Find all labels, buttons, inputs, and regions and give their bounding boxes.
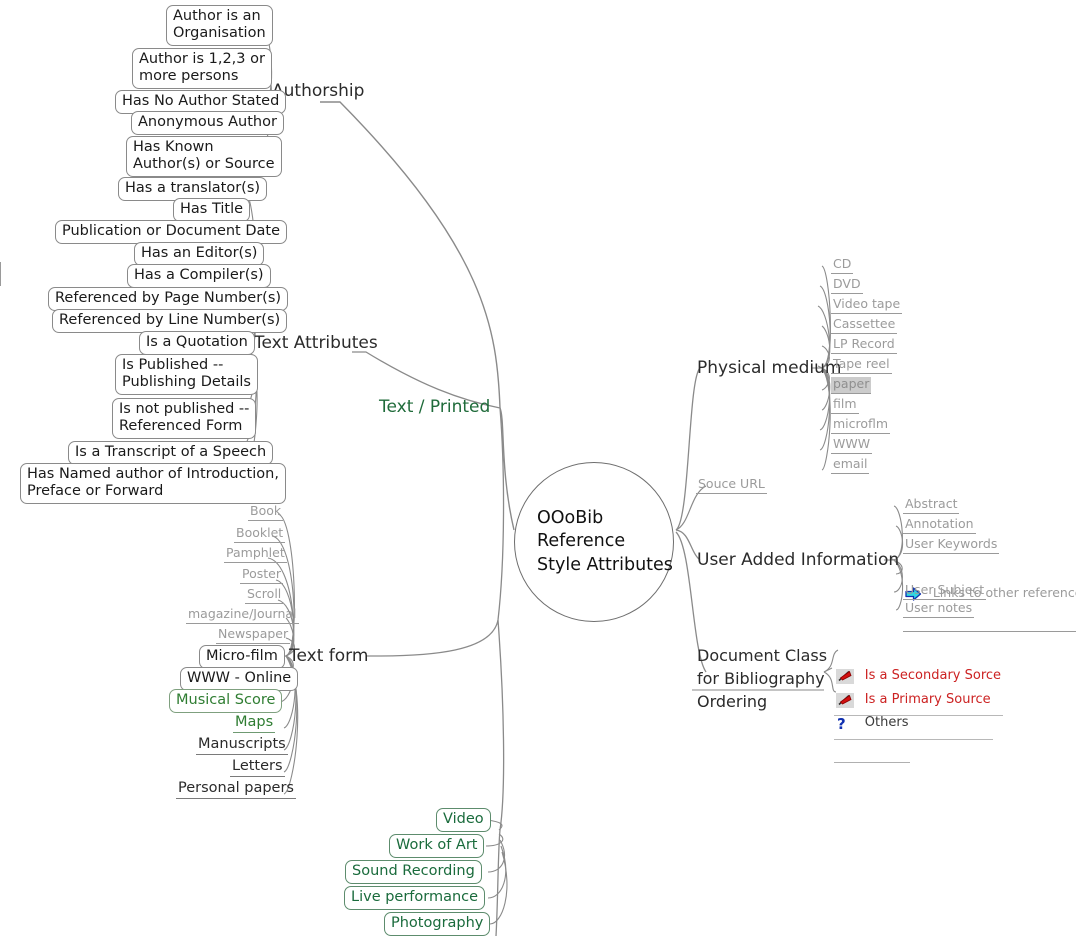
node-has-known-authors-or-source[interactable]: Has Known Author(s) or Source [126, 136, 282, 178]
node-user-subject[interactable]: User Subject [903, 582, 987, 600]
node-magazine-journal[interactable]: magazine/Journal [186, 606, 299, 624]
branch-label-text-printed[interactable]: Text / Printed [379, 397, 490, 417]
node-live-performance[interactable]: Live performance [344, 886, 486, 911]
node-musical-score[interactable]: Musical Score [169, 689, 283, 714]
node-others-label: Others [864, 714, 909, 730]
branch-label-document-class[interactable]: Document Class for Bibliography Ordering [697, 644, 827, 714]
svg-text:?: ? [837, 715, 846, 731]
node-booklet[interactable]: Booklet [234, 525, 286, 543]
node-email[interactable]: email [831, 456, 870, 474]
branch-label-physical-medium[interactable]: Physical medium [697, 358, 841, 378]
node-film[interactable]: film [831, 396, 859, 414]
node-paper[interactable]: paper [831, 376, 872, 394]
node-tape-reel[interactable]: Tape reel [831, 356, 892, 374]
node-pamphlet[interactable]: Pamphlet [224, 545, 287, 563]
branch-label-text-form[interactable]: Text form [289, 646, 368, 666]
node-has-named-author-of-introduction[interactable]: Has Named author of Introduction, Prefac… [20, 463, 286, 505]
node-newspaper[interactable]: Newspaper [216, 626, 291, 644]
node-abstract[interactable]: Abstract [903, 496, 960, 514]
node-author-is-an-organisation[interactable]: Author is an Organisation [166, 5, 273, 47]
node-maps[interactable]: Maps [233, 714, 276, 734]
branch-label-text-attributes[interactable]: Text Attributes [254, 333, 378, 353]
node-souce-url[interactable]: Souce URL [696, 476, 767, 494]
node-has-a-compilers[interactable]: Has a Compiler(s) [127, 264, 271, 289]
node-video-tape[interactable]: Video tape [831, 296, 903, 314]
node-www-online[interactable]: WWW - Online [180, 667, 299, 692]
center-node[interactable]: OOoBib Reference Style Attributes [514, 462, 674, 622]
node-is-not-published-referenced-form[interactable]: Is not published -- Referenced Form [112, 398, 257, 440]
node-lp-record[interactable]: LP Record [831, 336, 897, 354]
node-sound-recording[interactable]: Sound Recording [345, 860, 482, 885]
node-is-a-quotation[interactable]: Is a Quotation [139, 331, 255, 356]
branch-label-user-added-information[interactable]: User Added Information [697, 550, 899, 570]
node-referenced-by-page-numbers[interactable]: Referenced by Page Number(s) [48, 287, 289, 312]
window-edge-divider [0, 262, 1, 286]
node-user-notes[interactable]: User notes [903, 600, 975, 618]
question-mark-icon: ? [836, 684, 861, 761]
node-author-is-1-2-3-or-more-persons[interactable]: Author is 1,2,3 or more persons [132, 48, 272, 90]
mindmap-canvas: OOoBib Reference Style Attributes Author… [0, 0, 1076, 938]
node-work-of-art[interactable]: Work of Art [389, 834, 485, 859]
node-user-keywords[interactable]: User Keywords [903, 536, 1000, 554]
node-is-a-transcript-of-a-speech[interactable]: Is a Transcript of a Speech [68, 441, 274, 466]
node-microflm[interactable]: microflm [831, 416, 891, 434]
node-poster[interactable]: Poster [240, 566, 283, 584]
node-anonymous-author[interactable]: Anonymous Author [131, 111, 284, 136]
node-others[interactable]: ? Others [834, 684, 911, 764]
node-manuscripts[interactable]: Manuscripts [196, 736, 288, 756]
node-cassettee[interactable]: Cassettee [831, 316, 898, 334]
node-has-an-editors[interactable]: Has an Editor(s) [134, 242, 265, 267]
node-www[interactable]: WWW [831, 436, 873, 454]
node-publication-or-document-date[interactable]: Publication or Document Date [55, 220, 288, 245]
node-is-published-publishing-details[interactable]: Is Published -- Publishing Details [115, 354, 258, 396]
node-micro-film[interactable]: Micro-film [199, 645, 285, 670]
node-video[interactable]: Video [436, 808, 491, 833]
node-annotation[interactable]: Annotation [903, 516, 976, 534]
node-personal-papers[interactable]: Personal papers [176, 780, 296, 800]
node-has-title[interactable]: Has Title [173, 198, 251, 223]
center-node-label: OOoBib Reference Style Attributes [537, 508, 673, 575]
node-scroll[interactable]: Scroll [245, 586, 284, 604]
node-referenced-by-line-numbers[interactable]: Referenced by Line Number(s) [52, 309, 288, 334]
node-book[interactable]: Book [248, 503, 284, 521]
node-photography[interactable]: Photography [384, 912, 491, 937]
node-dvd[interactable]: DVD [831, 276, 863, 294]
node-cd[interactable]: CD [831, 256, 854, 274]
node-letters[interactable]: Letters [230, 758, 285, 778]
